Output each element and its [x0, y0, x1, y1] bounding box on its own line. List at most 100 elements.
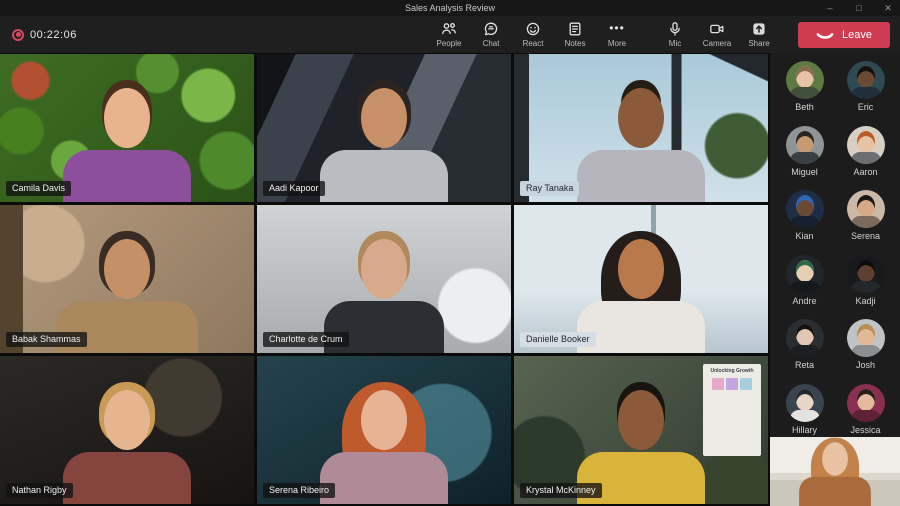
roster-item-hillary[interactable]: Hillary — [774, 382, 835, 437]
participant-nametag: Ray Tanaka — [520, 181, 580, 196]
whiteboard-title: Unlocking Growth — [710, 368, 754, 374]
participant-figure — [556, 80, 726, 202]
recording-dot — [15, 32, 21, 37]
video-tile-nathan-rigby[interactable]: Nathan Rigby — [0, 356, 254, 504]
video-tile-ray-tanaka[interactable]: Ray Tanaka — [514, 54, 768, 202]
notes-button[interactable]: Notes — [554, 21, 596, 48]
mic-icon — [670, 22, 680, 36]
leave-button[interactable]: Leave — [798, 21, 890, 48]
roster-item-beth[interactable]: Beth — [774, 59, 835, 114]
roster-name: Andre — [792, 295, 817, 306]
close-icon[interactable]: ✕ — [882, 0, 894, 16]
figure-head — [361, 88, 407, 148]
mic-label: Mic — [668, 39, 682, 48]
window-titlebar: Sales Analysis Review – □ ✕ — [0, 0, 900, 16]
roster-name: Reta — [794, 360, 814, 371]
video-grid: Camila Davis Aadi Kapoor Ray Tanaka Baba… — [0, 53, 770, 506]
video-tile-krystal-mckinney[interactable]: Unlocking Growth Krystal McKinney — [514, 356, 768, 504]
sticky-note — [726, 378, 738, 390]
share-button[interactable]: Share — [738, 21, 780, 48]
avatar — [846, 319, 885, 358]
more-button[interactable]: ••• More — [596, 21, 638, 48]
meeting-toolbar: 00:22:06 People Chat React Notes ••• Mor… — [0, 16, 900, 53]
toolbar-actions: People Chat React Notes ••• More — [428, 21, 638, 48]
roster-item-kadji[interactable]: Kadji — [835, 253, 896, 308]
roster-item-aaron[interactable]: Aaron — [835, 124, 896, 179]
avatar — [785, 190, 824, 229]
react-button[interactable]: React — [512, 21, 554, 48]
people-button[interactable]: People — [428, 21, 470, 48]
participant-nametag: Nathan Rigby — [6, 483, 73, 498]
camera-button[interactable]: Camera — [696, 21, 738, 48]
figure-body — [799, 476, 871, 506]
chat-icon — [484, 22, 498, 36]
participant-nametag: Camila Davis — [6, 181, 72, 196]
more-label: More — [607, 39, 627, 48]
video-tile-danielle-booker[interactable]: Danielle Booker — [514, 205, 768, 353]
recording-icon — [12, 28, 24, 41]
hangup-icon — [816, 32, 834, 39]
roster-item-reta[interactable]: Reta — [774, 317, 835, 372]
participants-sidebar: Beth Eric Miguel Aaron Kian Serena Andre… — [770, 53, 900, 506]
roster-name: Serena — [850, 231, 881, 242]
figure-body — [577, 301, 705, 353]
roster-name: Miguel — [791, 166, 818, 177]
video-tile-charlotte-de-crum[interactable]: Charlotte de Crum — [257, 205, 511, 353]
figure-body — [577, 150, 705, 202]
roster-item-serena[interactable]: Serena — [835, 188, 896, 243]
sticky-note — [740, 378, 752, 390]
roster-item-eric[interactable]: Eric — [835, 59, 896, 114]
chat-label: Chat — [482, 39, 500, 48]
figure-head — [618, 88, 664, 148]
roster-item-miguel[interactable]: Miguel — [774, 124, 835, 179]
self-view-video[interactable] — [770, 437, 900, 506]
participant-nametag: Charlotte de Crum — [263, 332, 349, 347]
figure-head — [822, 442, 848, 476]
video-tile-aadi-kapoor[interactable]: Aadi Kapoor — [257, 54, 511, 202]
window-title: Sales Analysis Review — [404, 3, 496, 13]
participant-nametag: Serena Ribeiro — [263, 483, 336, 498]
figure-head — [361, 390, 407, 450]
minimize-icon[interactable]: – — [824, 0, 836, 16]
figure-body — [63, 150, 191, 202]
video-tile-babak-shammas[interactable]: Babak Shammas — [0, 205, 254, 353]
people-icon — [442, 23, 456, 35]
meeting-timer: 00:22:06 — [30, 28, 77, 41]
people-label: People — [436, 39, 462, 48]
avatar — [846, 61, 885, 99]
participant-nametag: Krystal McKinney — [520, 483, 602, 498]
roster-name: Kadji — [855, 295, 876, 306]
avatar — [846, 254, 885, 293]
roster-name: Josh — [855, 360, 875, 371]
avatar — [846, 190, 885, 229]
meeting-stage: Camila Davis Aadi Kapoor Ray Tanaka Baba… — [0, 53, 900, 506]
roster-item-jessica[interactable]: Jessica — [835, 382, 896, 437]
mic-button[interactable]: Mic — [654, 21, 696, 48]
video-tile-camila-davis[interactable]: Camila Davis — [0, 54, 254, 202]
recording-indicator: 00:22:06 — [12, 28, 77, 41]
video-tile-serena-ribeiro[interactable]: Serena Ribeiro — [257, 356, 511, 504]
participant-nametag: Danielle Booker — [520, 332, 596, 347]
notes-label: Notes — [564, 39, 586, 48]
react-label: React — [522, 39, 544, 48]
avatar — [785, 383, 824, 422]
react-icon — [526, 22, 540, 36]
leave-label: Leave — [842, 28, 872, 41]
roster-name: Jessica — [850, 424, 881, 435]
self-figure — [787, 437, 882, 506]
roster-name: Aaron — [853, 166, 878, 177]
roster-item-andre[interactable]: Andre — [774, 253, 835, 308]
roster-item-josh[interactable]: Josh — [835, 317, 896, 372]
chat-button[interactable]: Chat — [470, 21, 512, 48]
participant-nametag: Babak Shammas — [6, 332, 87, 347]
figure-head — [618, 239, 664, 299]
figure-head — [104, 239, 150, 299]
roster-name: Beth — [795, 102, 814, 112]
avatar — [846, 383, 885, 422]
figure-head — [618, 390, 664, 450]
roster-name: Kian — [795, 231, 814, 242]
more-icon: ••• — [609, 21, 625, 35]
maximize-icon[interactable]: □ — [853, 0, 865, 16]
participant-nametag: Aadi Kapoor — [263, 181, 325, 196]
roster-item-kian[interactable]: Kian — [774, 188, 835, 243]
